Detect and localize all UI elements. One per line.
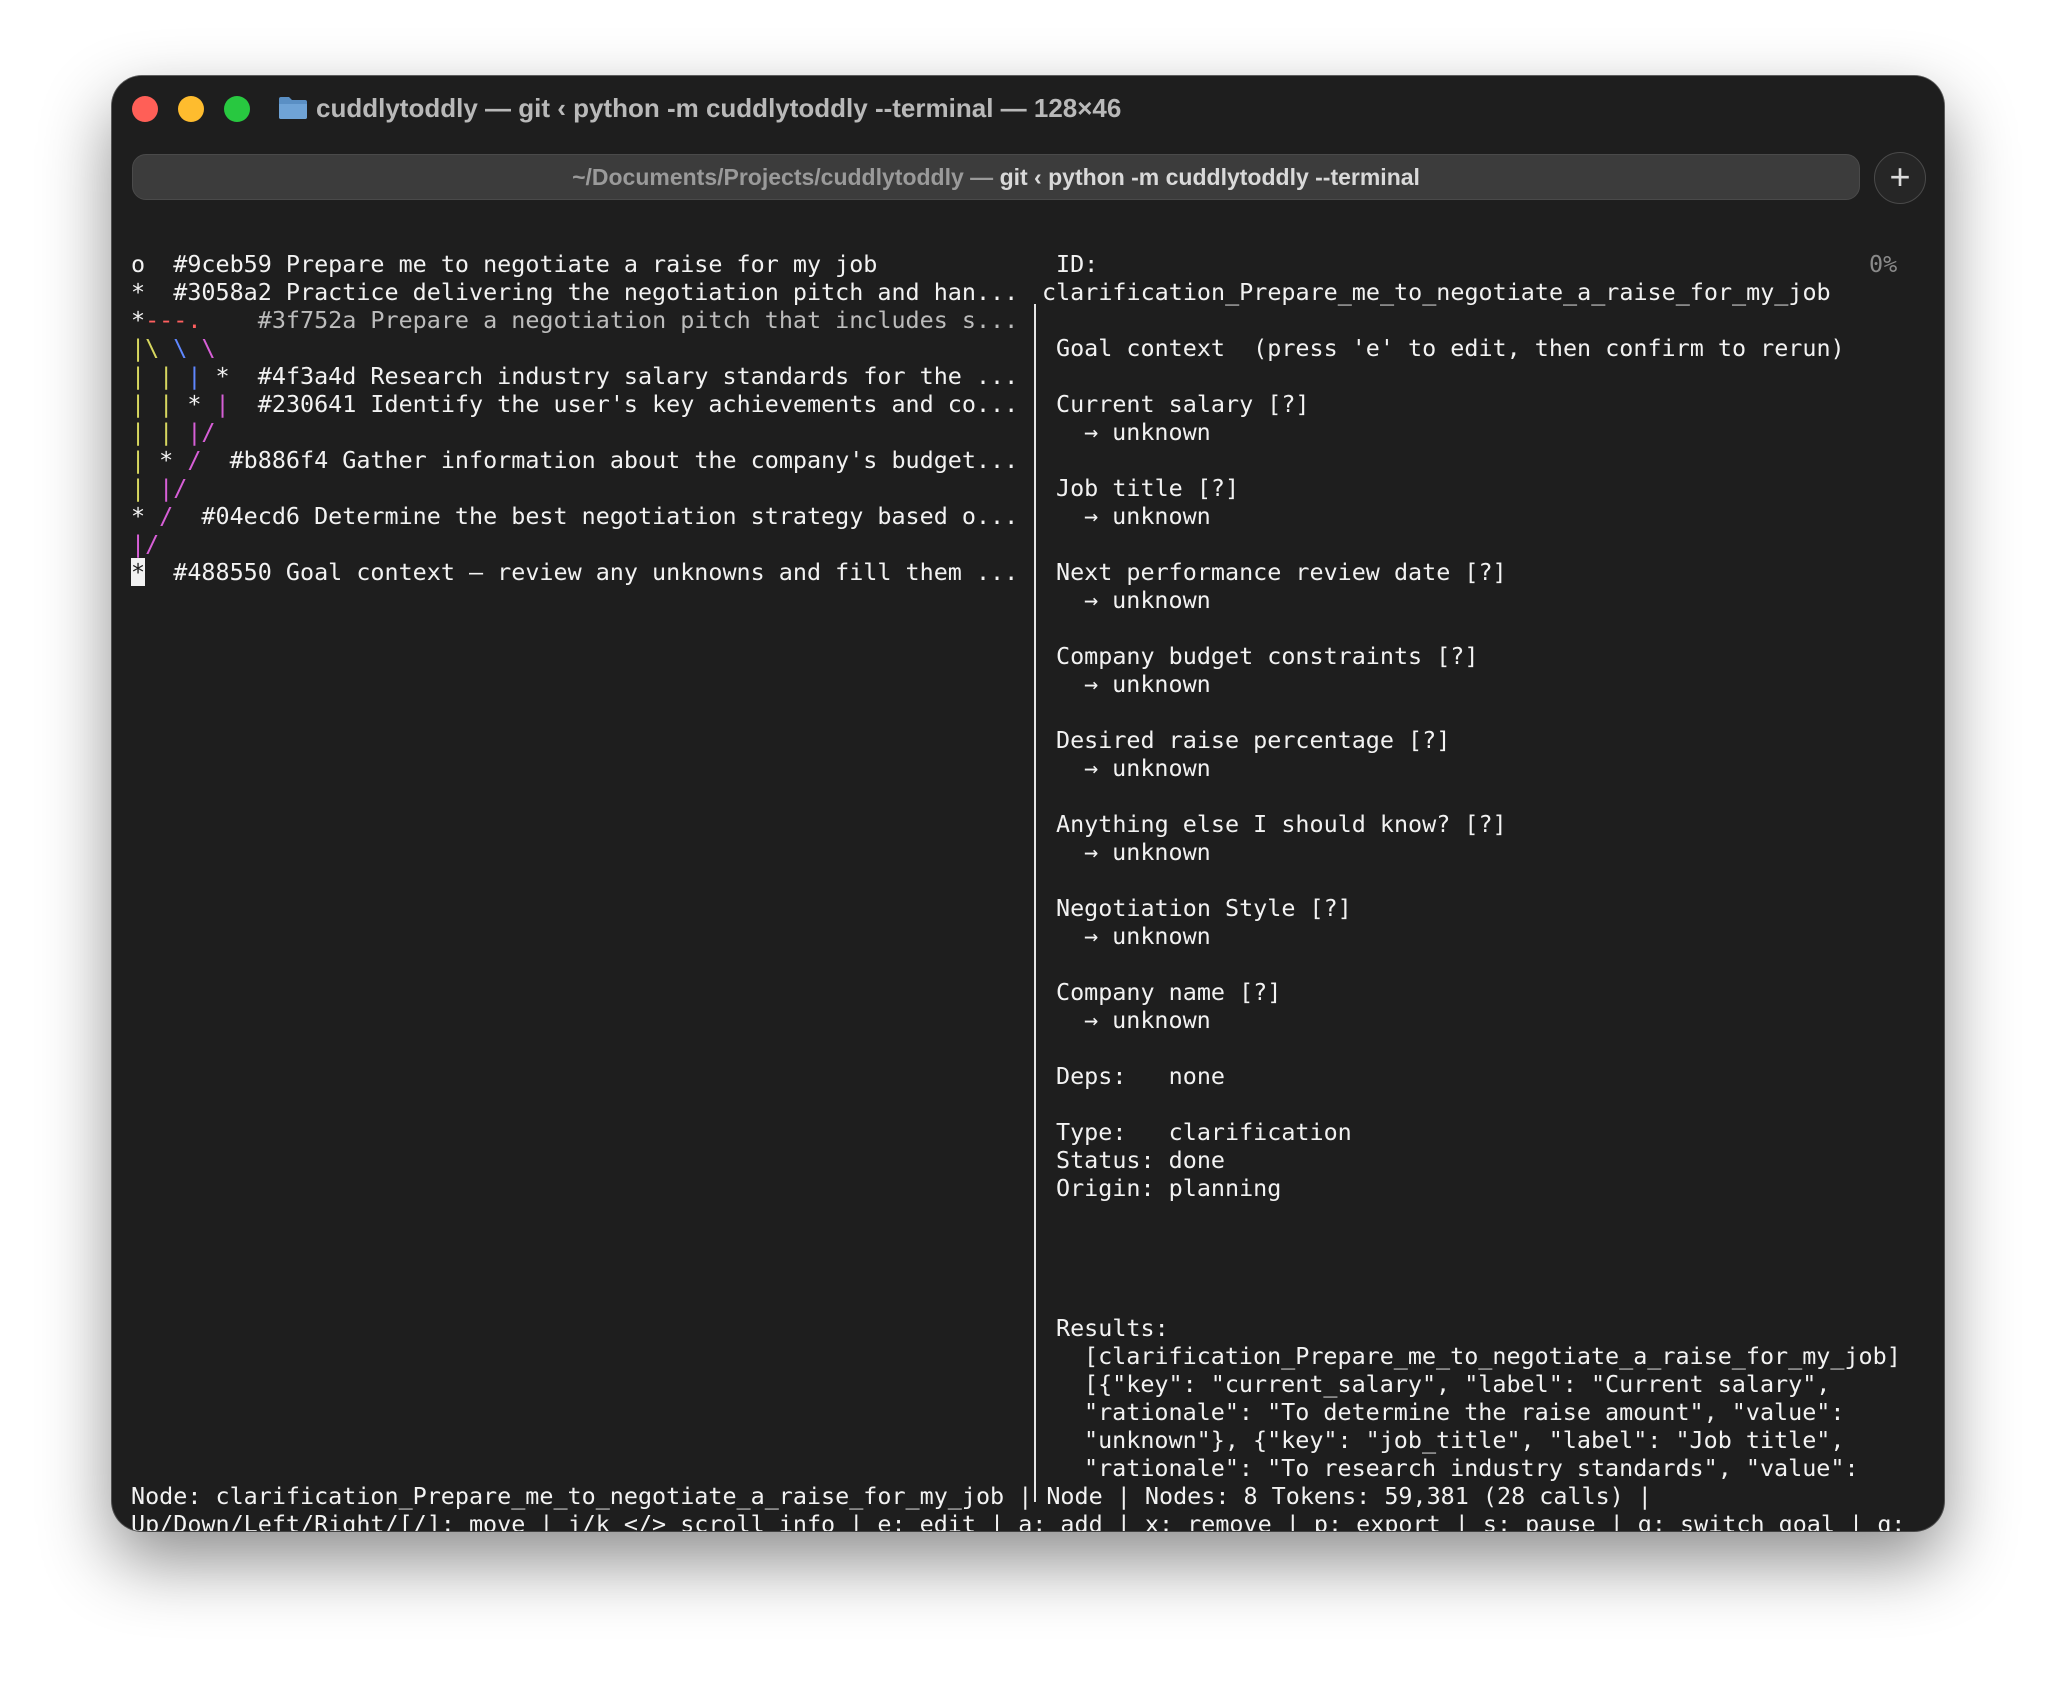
results-line: "unknown"}, {"key": "job_title", "label"… (1084, 1426, 1845, 1454)
field-value: → unknown (1084, 670, 1211, 698)
deps-line: Deps: none (1056, 1062, 1225, 1090)
graph-connector: |/ (131, 530, 160, 558)
terminal-window: cuddlytoddly — git ‹ python -m cuddlytod… (112, 76, 1944, 1531)
graph-row[interactable]: | * / #b886f4 Gather information about t… (131, 446, 1018, 474)
tab-path: ~/Documents/Projects/cuddlytoddly — (572, 164, 1000, 190)
field-value: → unknown (1084, 838, 1211, 866)
graph-connector: | |/ (131, 474, 188, 502)
graph-connector: | | |/ (131, 418, 216, 446)
field-label: Job title [?] (1056, 474, 1240, 502)
field-label: Company budget constraints [?] (1056, 642, 1479, 670)
terminal-content[interactable]: o #9ceb59 Prepare me to negotiate a rais… (112, 212, 1944, 1531)
graph-connector: |\ \ \ (131, 334, 216, 362)
field-label: Desired raise percentage [?] (1056, 726, 1451, 754)
graph-row[interactable]: | | | * #4f3a4d Research industry salary… (131, 362, 1018, 390)
status-line: Status: done (1056, 1146, 1225, 1174)
graph-row[interactable]: * #3058a2 Practice delivering the negoti… (131, 278, 1018, 306)
field-label: Next performance review date [?] (1056, 558, 1507, 586)
minimize-button[interactable] (178, 96, 204, 122)
field-value: → unknown (1084, 418, 1211, 446)
field-value: → unknown (1084, 586, 1211, 614)
pane-divider (1034, 304, 1036, 1502)
graph-row[interactable]: | | * | #230641 Identify the user's key … (131, 390, 1018, 418)
cursor: * (131, 558, 146, 586)
field-label: Negotiation Style [?] (1056, 894, 1352, 922)
zoom-button[interactable] (224, 96, 250, 122)
keybindings-line: Up/Down/Left/Right/[/]: move | j/k </> s… (131, 1510, 1906, 1531)
type-line: Type: clarification (1056, 1118, 1352, 1146)
results-line: [{"key": "current_salary", "label": "Cur… (1084, 1370, 1831, 1398)
field-label: Anything else I should know? [?] (1056, 810, 1507, 838)
window-title: cuddlytoddly — git ‹ python -m cuddlytod… (316, 93, 1122, 123)
new-tab-button[interactable]: + (1874, 152, 1926, 204)
field-label: Company name [?] (1056, 978, 1282, 1006)
id-label: ID: (1056, 250, 1099, 278)
graph-row[interactable]: * / #04ecd6 Determine the best negotiati… (131, 502, 1018, 530)
results-line: [clarification_Prepare_me_to_negotiate_a… (1084, 1342, 1901, 1370)
tab-command: git ‹ python -m cuddlytoddly --terminal (999, 164, 1420, 190)
field-value: → unknown (1084, 1006, 1211, 1034)
graph-row[interactable]: *---. #3f752a Prepare a negotiation pitc… (131, 306, 1018, 334)
results-line: "rationale": "To determine the raise amo… (1084, 1398, 1845, 1426)
results-label: Results: (1056, 1314, 1169, 1342)
field-value: → unknown (1084, 502, 1211, 530)
title-bar: cuddlytoddly — git ‹ python -m cuddlytod… (112, 76, 1944, 140)
scroll-percent: 0% (1869, 250, 1898, 278)
graph-row-selected[interactable]: * #488550 Goal context — review any unkn… (131, 558, 1018, 586)
field-value: → unknown (1084, 922, 1211, 950)
field-value: → unknown (1084, 754, 1211, 782)
goal-context-header: Goal context (press 'e' to edit, then co… (1056, 334, 1845, 362)
terminal-tab[interactable]: ~/Documents/Projects/cuddlytoddly — git … (132, 154, 1860, 200)
results-line: "rationale": "To research industry stand… (1084, 1454, 1859, 1482)
status-line-1: Node: clarification_Prepare_me_to_negoti… (131, 1482, 1652, 1510)
folder-icon (279, 97, 307, 119)
tab-bar: ~/Documents/Projects/cuddlytoddly — git … (112, 140, 1944, 210)
close-button[interactable] (132, 96, 158, 122)
field-label: Current salary [?] (1056, 390, 1310, 418)
graph-row[interactable]: o #9ceb59 Prepare me to negotiate a rais… (131, 250, 877, 278)
origin-line: Origin: planning (1056, 1174, 1282, 1202)
id-value: clarification_Prepare_me_to_negotiate_a_… (1042, 278, 1831, 306)
